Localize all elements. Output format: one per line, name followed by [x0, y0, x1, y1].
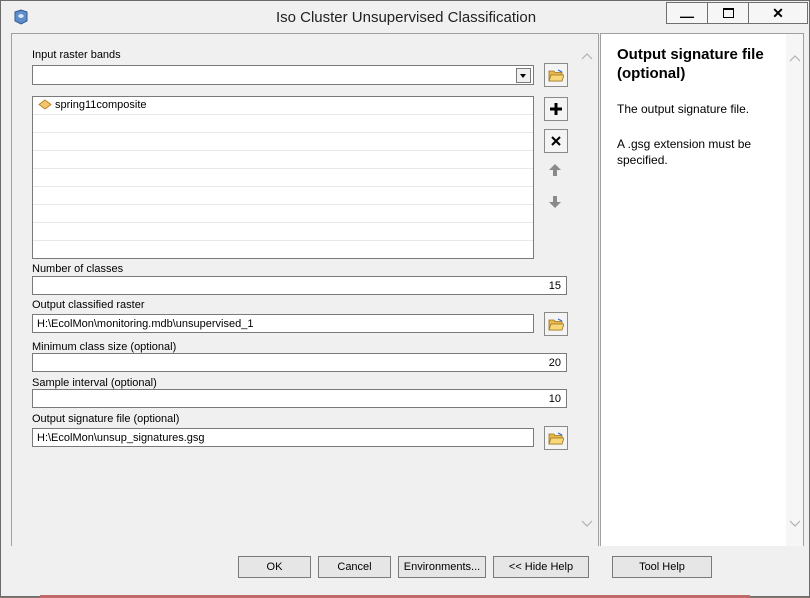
button-bar: OK Cancel Environments... << Hide Help T… — [1, 546, 809, 596]
move-down-icon — [549, 196, 561, 208]
raster-icon — [38, 99, 52, 110]
folder-open-icon — [548, 317, 564, 330]
sample-interval-label: Sample interval (optional) — [32, 377, 157, 389]
scroll-down-icon[interactable] — [581, 520, 593, 528]
environments-button[interactable]: Environments... — [398, 556, 486, 578]
parameters-panel: Input raster bands spring11composite Num… — [11, 33, 599, 547]
browse-signature-file-button[interactable] — [544, 426, 568, 450]
title-bar[interactable]: Iso Cluster Unsupervised Classification … — [1, 1, 809, 33]
output-classified-raster-input[interactable]: H:\EcolMon\monitoring.mdb\unsupervised_1 — [32, 314, 534, 333]
list-item[interactable] — [33, 223, 533, 241]
list-item[interactable] — [33, 115, 533, 133]
move-up-button[interactable] — [544, 159, 566, 181]
list-item[interactable] — [33, 151, 533, 169]
list-item-label: spring11composite — [55, 99, 147, 111]
minimize-icon: — — [680, 8, 694, 24]
raster-list[interactable]: spring11composite — [32, 96, 534, 259]
scroll-up-icon[interactable] — [789, 54, 801, 62]
list-item[interactable] — [33, 133, 533, 151]
maximize-icon — [722, 8, 734, 18]
close-icon: ✕ — [772, 5, 784, 21]
help-panel: Output signature file (optional) The out… — [600, 33, 804, 547]
dialog-window: Iso Cluster Unsupervised Classification … — [0, 0, 810, 597]
cancel-button[interactable]: Cancel — [318, 556, 391, 578]
list-item[interactable] — [33, 169, 533, 187]
output-signature-file-label: Output signature file (optional) — [32, 413, 180, 425]
number-of-classes-label: Number of classes — [32, 263, 124, 275]
help-title: Output signature file (optional) — [617, 46, 764, 82]
input-raster-bands-combo[interactable] — [32, 65, 534, 85]
remove-button[interactable] — [544, 129, 568, 153]
close-button[interactable]: ✕ — [748, 2, 808, 24]
move-down-button[interactable] — [544, 191, 566, 213]
help-scrollbar[interactable] — [786, 34, 803, 546]
browse-input-button[interactable] — [544, 63, 568, 87]
ok-button[interactable]: OK — [238, 556, 311, 578]
help-paragraph: The output signature file. — [617, 102, 750, 116]
help-paragraph: A .gsg extension must be specified. — [617, 137, 752, 167]
output-classified-raster-label: Output classified raster — [32, 299, 145, 311]
minimize-button[interactable]: — — [666, 2, 708, 24]
sample-interval-input[interactable]: 10 — [32, 389, 567, 408]
number-of-classes-input[interactable]: 15 — [32, 276, 567, 295]
minimum-class-size-value: 20 — [548, 357, 561, 369]
folder-open-icon — [548, 68, 564, 81]
list-item[interactable] — [33, 205, 533, 223]
minimum-class-size-input[interactable]: 20 — [32, 353, 567, 372]
minimum-class-size-label: Minimum class size (optional) — [32, 341, 177, 353]
add-button[interactable] — [544, 97, 568, 121]
browse-output-raster-button[interactable] — [544, 312, 568, 336]
list-item[interactable]: spring11composite — [33, 97, 533, 115]
chevron-down-icon[interactable] — [516, 68, 531, 83]
folder-open-icon — [548, 431, 564, 444]
output-signature-file-input[interactable]: H:\EcolMon\unsup_signatures.gsg — [32, 428, 534, 447]
list-item[interactable] — [33, 241, 533, 258]
move-up-icon — [549, 164, 561, 176]
output-signature-file-value: H:\EcolMon\unsup_signatures.gsg — [37, 432, 205, 444]
tool-help-button[interactable]: Tool Help — [612, 556, 712, 578]
sample-interval-value: 10 — [548, 393, 561, 405]
output-classified-raster-value: H:\EcolMon\monitoring.mdb\unsupervised_1 — [37, 318, 254, 330]
number-of-classes-value: 15 — [548, 280, 561, 292]
scroll-up-icon[interactable] — [581, 52, 593, 60]
remove-icon — [551, 136, 561, 146]
maximize-button[interactable] — [707, 2, 749, 24]
input-raster-bands-label: Input raster bands — [32, 49, 121, 61]
scroll-down-icon[interactable] — [789, 520, 801, 528]
hide-help-button[interactable]: << Hide Help — [493, 556, 589, 578]
add-icon — [550, 103, 562, 115]
list-item[interactable] — [33, 187, 533, 205]
